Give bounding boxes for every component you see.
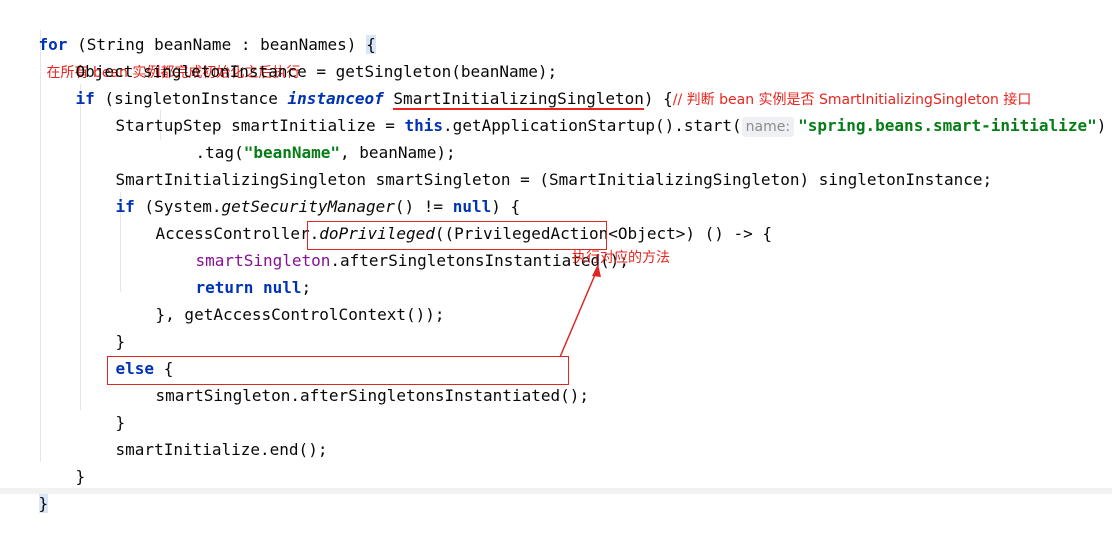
matched-brace: }	[38, 494, 49, 513]
horizontal-scrollbar[interactable]	[0, 488, 1112, 494]
code-editor[interactable]: for (String beanName : beanNames) { 在所有 …	[0, 0, 1112, 513]
annotation-arrow	[559, 264, 601, 358]
annotation-label: 执行对应的方法	[572, 250, 670, 266]
